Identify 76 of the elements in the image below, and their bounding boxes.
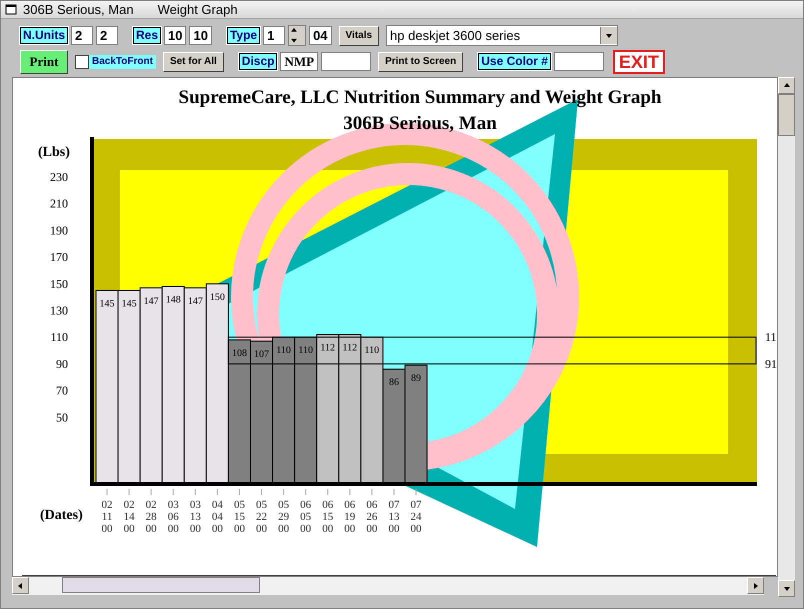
bar-value-label: 110 (364, 345, 380, 356)
checkbox-label: BackToFront (92, 56, 153, 67)
bar-value-label: 112 (320, 342, 336, 354)
input-field[interactable]: 10 (164, 26, 186, 45)
toolbar-button[interactable]: Set for All (162, 52, 224, 72)
toolbar-button[interactable]: Print to Screen (378, 52, 464, 72)
range-label: 91 (765, 356, 777, 371)
field-label: N.Units (20, 27, 68, 44)
field-label: Type (226, 27, 260, 44)
y-tick-label: 150 (50, 276, 68, 291)
x-tick-label: 03 13 00 (190, 499, 201, 535)
print-button[interactable]: Print (20, 50, 68, 74)
scroll-thumb[interactable] (62, 577, 260, 593)
x-tick-label: 02 28 00 (146, 499, 157, 535)
y-axis-label: (Lbs) (38, 145, 70, 160)
x-tick-label: 06 15 00 (322, 499, 334, 535)
bar-value-label: 110 (276, 345, 291, 356)
toolbar-button[interactable]: Vitals (338, 26, 380, 46)
x-tick-label: 04 04 00 (212, 499, 223, 535)
spinner-control[interactable] (288, 25, 306, 46)
checkbox[interactable] (75, 54, 89, 68)
bar-value-label: 147 (188, 296, 203, 307)
y-tick-label: 230 (50, 170, 68, 184)
vertical-scrollbar[interactable] (778, 77, 795, 597)
printer-dropdown[interactable]: hp deskjet 3600 series (386, 25, 618, 46)
bar-value-label: 107 (254, 349, 270, 360)
scroll-thumb[interactable] (778, 94, 795, 136)
x-tick-label: 07 24 00 (410, 499, 422, 535)
x-tick-label: 02 14 00 (124, 499, 135, 535)
input-field[interactable]: 2 (71, 26, 93, 45)
window-icon (5, 4, 17, 15)
window-title: 306B Serious, Man (23, 2, 134, 17)
input-field[interactable] (321, 52, 372, 71)
x-tick-label: 05 22 00 (256, 499, 268, 535)
bar-value-label: 108 (232, 348, 247, 359)
window-caption: Weight Graph (158, 2, 238, 17)
horizontal-scrollbar[interactable] (12, 577, 764, 595)
y-tick-label: 130 (50, 304, 68, 318)
bar-value-label: 110 (298, 345, 313, 356)
input-field[interactable]: 10 (189, 26, 212, 45)
x-axis-label: (Dates) (40, 508, 83, 523)
bar-value-label: 147 (144, 296, 159, 307)
range-label: 11 (765, 330, 777, 344)
y-tick-label: 70 (56, 384, 68, 398)
bar-value-label: 89 (411, 373, 422, 384)
input-field[interactable] (554, 52, 604, 71)
y-tick-label: 50 (56, 410, 68, 424)
bar-value-label: 145 (122, 298, 137, 310)
bar-value-label: 150 (210, 292, 225, 303)
bar-value-label: 112 (342, 342, 358, 354)
x-tick-label: 07 13 00 (388, 499, 400, 535)
x-tick-label: 02 11 00 (102, 499, 113, 535)
y-tick-label: 170 (50, 250, 68, 264)
x-tick-label: 05 15 00 (234, 499, 245, 535)
x-tick-label: 06 05 00 (300, 499, 312, 535)
y-tick-label: 190 (50, 223, 68, 238)
input-field[interactable]: 04 (309, 26, 332, 45)
y-tick-label: 210 (50, 196, 68, 211)
x-tick-label: 06 26 00 (366, 499, 378, 535)
bar-value-label: 145 (100, 298, 115, 310)
x-tick-label: 03 06 00 (168, 499, 179, 535)
field-label: Res (133, 27, 162, 44)
field-label: Use Color # (478, 53, 551, 70)
bar-value-label: 148 (166, 294, 181, 306)
chart-title: SupremeCare, LLC Nutrition Summary and Weight Graph (178, 87, 662, 108)
x-tick-label: 06 19 00 (344, 499, 356, 535)
field-label: Discp (238, 53, 278, 70)
input-field[interactable]: 2 (96, 26, 118, 45)
y-tick-label: 90 (56, 356, 68, 371)
bar-value-label: 86 (388, 377, 399, 388)
exit-button[interactable]: EXIT (612, 50, 665, 74)
input-field[interactable]: NMP (280, 52, 318, 71)
y-tick-label: 110 (50, 330, 68, 344)
input-field[interactable]: 1 (263, 26, 286, 45)
x-tick-label: 05 29 00 (278, 499, 290, 535)
chart-subtitle: 306B Serious, Man (343, 113, 497, 134)
